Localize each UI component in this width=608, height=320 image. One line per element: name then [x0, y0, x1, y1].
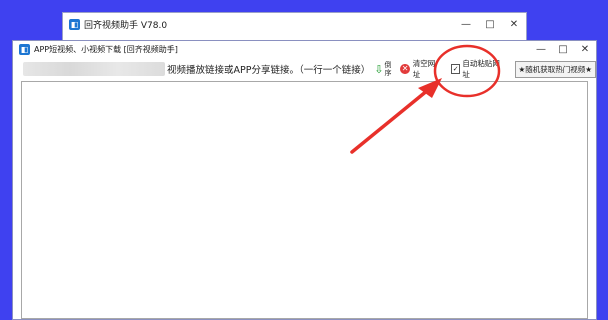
- auto-paste-option[interactable]: ✓ 自动粘贴网址: [450, 58, 505, 80]
- maximize-button[interactable]: □: [478, 13, 502, 35]
- background-window-controls: — □ ✕: [454, 13, 526, 35]
- main-window-title: APP短视频、小视频下载 [回齐视频助手]: [34, 44, 178, 54]
- app-logo-icon: ◧: [19, 43, 30, 55]
- main-window: ◧ APP短视频、小视频下载 [回齐视频助手] — □ ✕ 视频播放链接或APP…: [12, 40, 597, 320]
- background-window-titlebar: ◧ 回齐视频助手 V78.0 — □ ✕: [63, 13, 526, 35]
- main-window-controls: — □ ✕: [530, 41, 596, 57]
- clear-urls-button[interactable]: ✕ 清空网址: [400, 58, 440, 80]
- app-logo-icon: ◧: [69, 18, 80, 30]
- minimize-button[interactable]: —: [454, 13, 478, 35]
- down-arrow-icon: ⇩: [374, 62, 384, 76]
- close-button[interactable]: ✕: [502, 13, 526, 35]
- url-input-area[interactable]: [21, 81, 588, 319]
- clear-urls-label: 清空网址: [412, 59, 436, 79]
- random-hot-videos-button[interactable]: ★随机获取热门视频★: [514, 60, 596, 78]
- input-hint-label: 视频播放链接或APP分享链接。（一行一个链接）: [167, 65, 371, 76]
- blurred-text: [23, 62, 165, 76]
- clear-icon: ✕: [400, 64, 410, 74]
- maximize-button[interactable]: □: [552, 41, 574, 57]
- main-window-titlebar: ◧ APP短视频、小视频下载 [回齐视频助手] — □ ✕: [13, 41, 596, 57]
- auto-paste-checkbox[interactable]: ✓: [450, 64, 461, 74]
- toolbar: 视频播放链接或APP分享链接。（一行一个链接） ⇩ 倒序 ✕ 清空网址 ✓ 自动…: [13, 58, 596, 80]
- auto-paste-label: 自动粘贴网址: [462, 59, 500, 79]
- reverse-order-button[interactable]: ⇩ 倒序: [374, 61, 392, 77]
- minimize-button[interactable]: —: [530, 41, 552, 57]
- close-button[interactable]: ✕: [574, 41, 596, 57]
- background-window-title: 回齐视频助手 V78.0: [84, 20, 168, 31]
- reverse-order-label: 倒序: [384, 61, 392, 77]
